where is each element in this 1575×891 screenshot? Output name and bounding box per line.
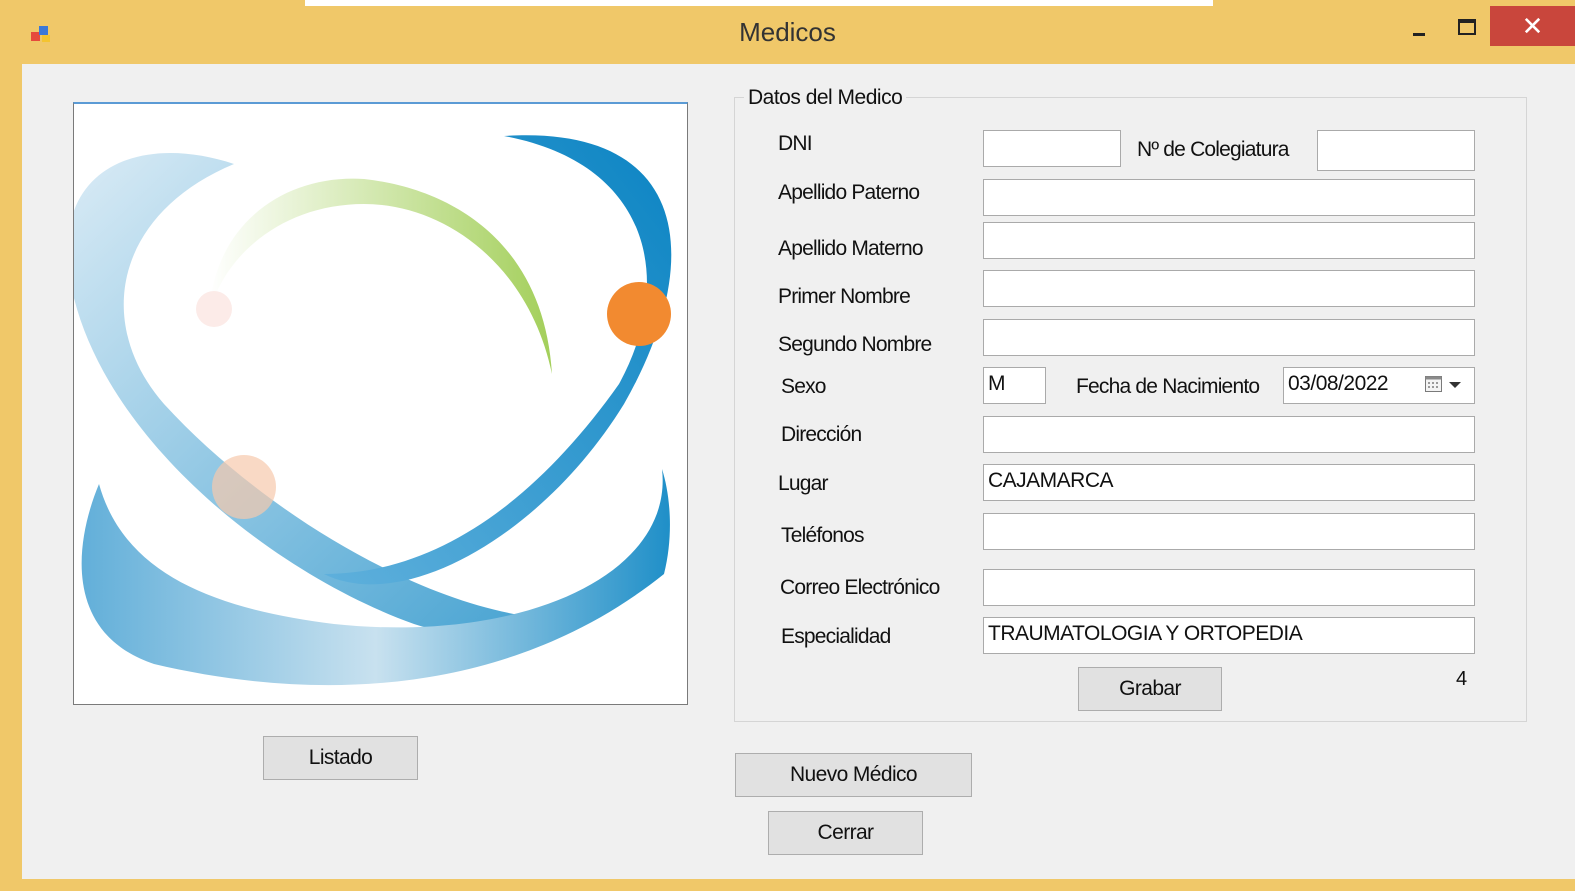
- correo-label: Correo Electrónico: [780, 576, 940, 599]
- segundo-nombre-input[interactable]: [983, 319, 1475, 356]
- lugar-label: Lugar: [778, 472, 829, 495]
- fecha-nacimiento-picker[interactable]: 03/08/2022: [1283, 367, 1475, 404]
- primer-nombre-input[interactable]: [983, 270, 1475, 307]
- window-title: Medicos: [739, 17, 836, 47]
- close-button[interactable]: ✕: [1490, 6, 1575, 46]
- medical-logo-image: [74, 135, 672, 686]
- maximize-button[interactable]: [1447, 6, 1487, 46]
- direccion-label: Dirección: [781, 423, 862, 446]
- segundo-nombre-label: Segundo Nombre: [778, 333, 932, 356]
- groupbox-title: Datos del Medico: [744, 86, 907, 110]
- primer-nombre-label: Primer Nombre: [778, 285, 911, 308]
- sexo-label: Sexo: [781, 375, 826, 398]
- grabar-button[interactable]: Grabar: [1078, 667, 1222, 711]
- correo-input[interactable]: [983, 569, 1475, 606]
- record-counter: 4: [1456, 668, 1468, 690]
- cerrar-button[interactable]: Cerrar: [768, 811, 923, 855]
- dni-label: DNI: [778, 132, 813, 155]
- fecha-nacimiento-label: Fecha de Nacimiento: [1076, 375, 1260, 398]
- listado-button[interactable]: Listado: [263, 736, 418, 780]
- apellido-paterno-input[interactable]: [983, 179, 1475, 216]
- apellido-materno-input[interactable]: [983, 222, 1475, 259]
- telefonos-input[interactable]: [983, 513, 1475, 550]
- calendar-icon[interactable]: [1425, 376, 1442, 392]
- telefonos-label: Teléfonos: [781, 524, 865, 547]
- lugar-input[interactable]: CAJAMARCA: [983, 464, 1475, 501]
- sexo-input[interactable]: M: [983, 367, 1046, 404]
- direccion-input[interactable]: [983, 416, 1475, 453]
- especialidad-input[interactable]: TRAUMATOLOGIA Y ORTOPEDIA: [983, 617, 1475, 654]
- especialidad-label: Especialidad: [781, 625, 891, 648]
- colegiatura-label: Nº de Colegiatura: [1137, 138, 1289, 161]
- chevron-down-icon[interactable]: [1449, 382, 1461, 388]
- minimize-button[interactable]: [1400, 6, 1440, 46]
- apellido-materno-label: Apellido Materno: [778, 237, 924, 260]
- background-strip: [305, 0, 1213, 6]
- nuevo-medico-button[interactable]: Nuevo Médico: [735, 753, 972, 797]
- colegiatura-input[interactable]: [1317, 130, 1475, 171]
- dni-input[interactable]: [983, 130, 1121, 167]
- logo-picture-box: [73, 102, 688, 705]
- apellido-paterno-label: Apellido Paterno: [778, 181, 920, 204]
